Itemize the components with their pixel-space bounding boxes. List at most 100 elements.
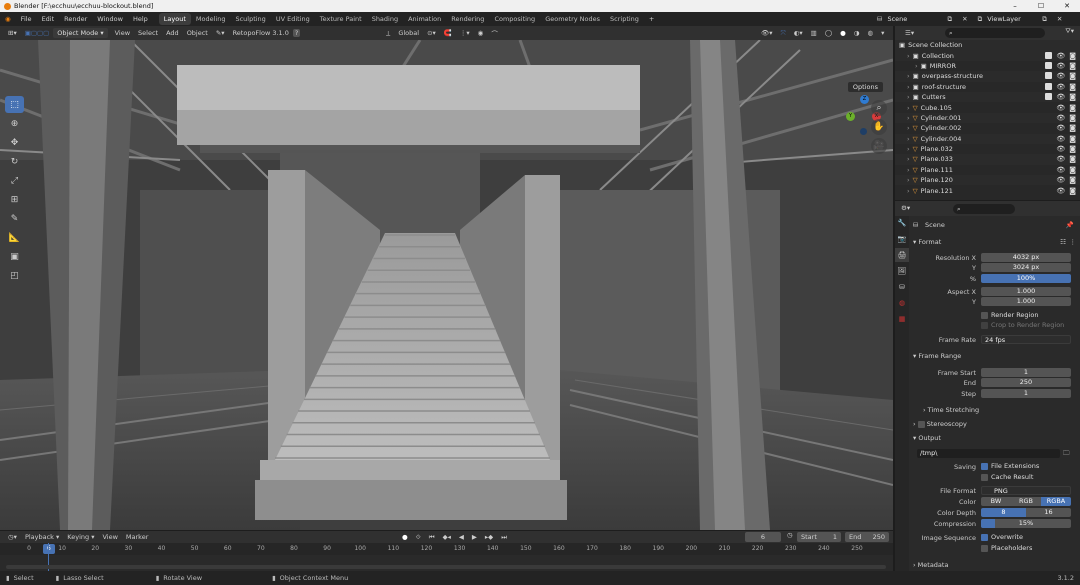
render-camera-icon[interactable]: ◙ [1069, 83, 1076, 91]
xray-icon[interactable]: ▥ [807, 29, 821, 37]
file-format-dropdown[interactable]: PNG [981, 486, 1071, 495]
select-box-icon[interactable]: ⬚ [5, 96, 24, 113]
outliner-row[interactable]: › ▽ Plane.111 👁 ◙ [895, 165, 1080, 175]
output-panel-header[interactable]: ▾ Output [913, 434, 941, 442]
menu-marker[interactable]: Marker [122, 533, 152, 541]
render-camera-icon[interactable]: ◙ [1069, 135, 1076, 143]
render-camera-icon[interactable]: ◙ [1069, 187, 1076, 195]
eye-icon[interactable]: 👁 [1056, 187, 1065, 195]
outliner-row[interactable]: › ▽ Plane.033 👁 ◙ [895, 154, 1080, 165]
res-percentage-field[interactable]: 100% [981, 274, 1071, 283]
texture-tab-icon[interactable]: ▦ [895, 312, 909, 326]
snap-target-icon[interactable]: ⋮▾ [456, 29, 474, 37]
compression-slider[interactable]: 15% [981, 519, 1071, 528]
expand-arrow-icon[interactable]: › [907, 52, 910, 60]
eye-icon[interactable]: 👁 [1056, 114, 1065, 122]
expand-arrow-icon[interactable]: › [907, 124, 910, 132]
outliner-row[interactable]: › ▽ Plane.032 👁 ◙ [895, 144, 1080, 154]
folder-icon[interactable]: 🗀 [1063, 449, 1070, 460]
gizmo-neg-z-axis[interactable] [860, 128, 867, 135]
start-frame-field[interactable]: Start 1 [797, 532, 841, 542]
current-frame-field[interactable]: 6 [745, 532, 781, 542]
scene-tab-icon[interactable]: ⛁ [895, 280, 909, 294]
menu-edit[interactable]: Edit [37, 15, 60, 23]
transform-icon[interactable]: ⊞ [5, 191, 24, 208]
proportional-falloff-icon[interactable]: ⌒ [487, 28, 502, 38]
workspace-tab-geometry-nodes[interactable]: Geometry Nodes [540, 13, 605, 25]
view-layer-tab-icon[interactable]: 🖼 [895, 264, 909, 278]
render-camera-icon[interactable]: ◙ [1069, 72, 1076, 80]
scale-icon[interactable]: ⤢ [5, 172, 24, 189]
add-workspace-button[interactable]: + [644, 15, 659, 23]
eye-icon[interactable]: 👁 [1056, 124, 1065, 132]
time-stretching-panel-header[interactable]: › Time Stretching [923, 406, 979, 414]
blender-menu-icon[interactable]: ◉ [0, 15, 16, 23]
exclude-checkbox[interactable] [1045, 72, 1053, 80]
render-region-checkbox[interactable] [981, 312, 988, 319]
overlay-toggle-icon[interactable]: ◐▾ [790, 29, 807, 37]
select-mode-icons[interactable]: ▣▢▢▢ [21, 29, 54, 37]
workspace-tab-layout[interactable]: Layout [158, 13, 191, 25]
measure-icon[interactable]: 📐 [5, 229, 24, 246]
tool-tab-icon[interactable]: 🔧 [895, 216, 909, 230]
presets-icon[interactable]: ☷ [1060, 238, 1066, 246]
eye-icon[interactable]: 👁 [1056, 145, 1065, 153]
eye-icon[interactable]: 👁 [1056, 72, 1065, 80]
object-mode-dropdown[interactable]: Object Mode ▾ [53, 28, 108, 38]
world-tab-icon[interactable]: ◍ [895, 296, 909, 310]
properties-editor-icon[interactable]: ⚙▾ [901, 204, 910, 212]
gizmo-toggle-icon[interactable]: ⤧ [777, 29, 790, 38]
expand-arrow-icon[interactable]: › [915, 62, 918, 70]
output-path-field[interactable]: /tmp\ [917, 449, 1060, 458]
exclude-checkbox[interactable] [1045, 82, 1053, 90]
help-icon[interactable]: ? [292, 29, 301, 37]
visibility-icon[interactable]: 👁▾ [757, 29, 777, 37]
expand-arrow-icon[interactable]: › [907, 145, 910, 153]
timeline-track[interactable] [0, 543, 893, 571]
aspect-x-field[interactable]: 1.000 [981, 287, 1071, 296]
eye-icon[interactable]: 👁 [1056, 135, 1065, 143]
metadata-panel-header[interactable]: › Metadata [913, 561, 948, 569]
jump-end-icon[interactable]: ⏭ [497, 533, 511, 542]
render-camera-icon[interactable]: ◙ [1069, 62, 1076, 70]
workspace-tab-scripting[interactable]: Scripting [605, 13, 644, 25]
render-camera-icon[interactable]: ◙ [1069, 155, 1076, 163]
menu-help[interactable]: Help [128, 15, 153, 23]
render-camera-icon[interactable]: ◙ [1069, 176, 1076, 184]
timeline-editor-icon[interactable]: ◷▾ [4, 533, 21, 541]
3d-viewport[interactable]: ⬚ ⊕ ✥ ↻ ⤢ ⊞ ✎ 📐 ▣ ◰ Options Z Y X ⌕ ✋ 🎥 [0, 40, 893, 530]
outliner-editor-icon[interactable]: ☰▾ [901, 29, 918, 37]
shading-rendered-icon[interactable]: ◍ [863, 29, 877, 37]
camera-view-icon[interactable]: 🎥 [871, 138, 887, 154]
orientation-dropdown[interactable]: Global [394, 29, 423, 37]
format-panel-header[interactable]: ▾ Format [913, 238, 941, 246]
menu-keying[interactable]: Keying ▾ [63, 533, 98, 541]
eye-icon[interactable]: 👁 [1056, 166, 1065, 174]
menu-timeline-view[interactable]: View [98, 533, 121, 541]
end-frame-field[interactable]: End 250 [845, 532, 889, 542]
color-rgba-button[interactable]: RGBA [1041, 497, 1071, 506]
gpencil-icon[interactable]: ✎▾ [212, 29, 229, 37]
stopwatch-icon[interactable]: ◷ [787, 531, 793, 539]
outliner-row[interactable]: › ▽ Cylinder.002 👁 ◙ [895, 123, 1080, 133]
eye-icon[interactable]: 👁 [1056, 176, 1065, 184]
shading-wireframe-icon[interactable]: ◯ [821, 29, 836, 37]
pan-hand-icon[interactable]: ✋ [871, 119, 887, 135]
frame-start-field[interactable]: 1 [981, 368, 1071, 377]
outliner-root-row[interactable]: ▣ Scene Collection [895, 40, 1080, 51]
res-y-field[interactable]: 3024 px [981, 263, 1071, 272]
outliner-row[interactable]: › ▣ roof-structure 👁 ◙ [895, 82, 1080, 92]
outliner-row[interactable]: › ▽ Cylinder.004 👁 ◙ [895, 133, 1080, 144]
timeline-ruler[interactable]: 0 10 20 30 40 50 60 70 80 90 100 110 120 130 140 150 160… [0, 543, 893, 555]
new-view-layer-icon[interactable]: ⧉ [1037, 15, 1052, 24]
render-camera-icon[interactable]: ◙ [1069, 52, 1076, 60]
minimize-button[interactable]: – [1002, 0, 1028, 12]
workspace-tab-shading[interactable]: Shading [367, 13, 403, 25]
render-camera-icon[interactable]: ◙ [1069, 124, 1076, 132]
close-button[interactable]: ✕ [1054, 0, 1080, 12]
scene-selector[interactable]: Scene [887, 15, 942, 23]
outliner-row[interactable]: › ▽ Plane.121 👁 ◙ [895, 185, 1080, 195]
exclude-checkbox[interactable] [1045, 51, 1053, 59]
outliner-row[interactable]: › ▣ Collection 👁 ◙ [895, 50, 1080, 61]
expand-arrow-icon[interactable]: › [907, 104, 910, 112]
